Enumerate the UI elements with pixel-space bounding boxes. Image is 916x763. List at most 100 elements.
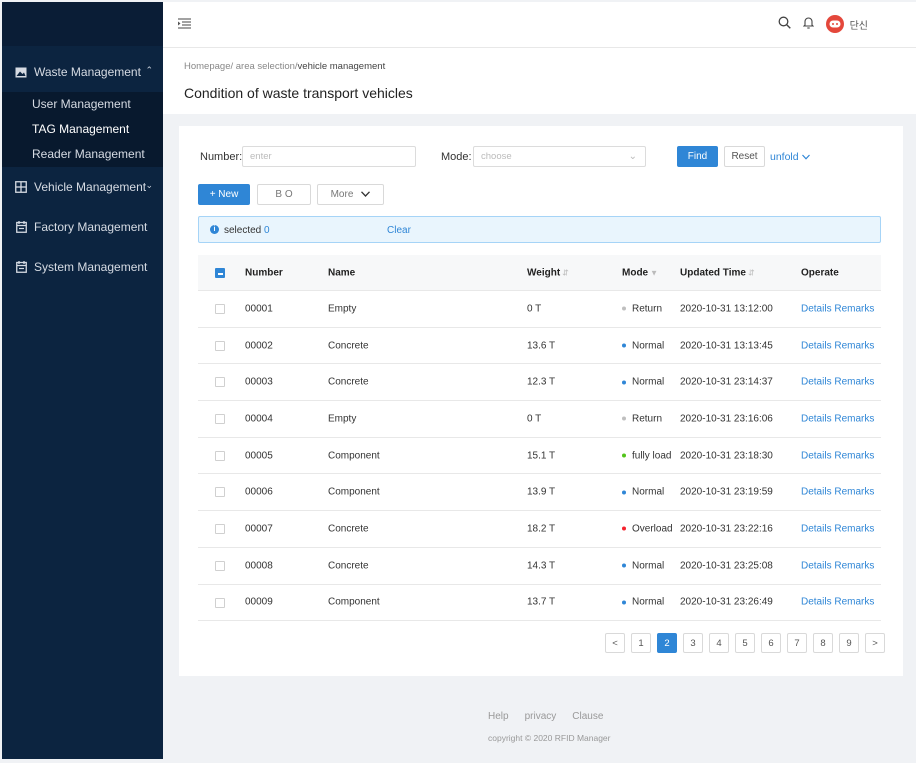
more-dropdown[interactable]: More (317, 184, 384, 205)
page-button[interactable]: 7 (787, 633, 807, 653)
row-checkbox[interactable] (215, 414, 225, 425)
sidebar-group-system-management[interactable]: System Management (2, 247, 163, 287)
selected-label: selected (224, 225, 262, 236)
row-checkbox[interactable] (215, 560, 225, 571)
cell-mode: Normal (622, 377, 664, 388)
pagination: <1 2 3 4 5 6 7 8 9 > (605, 633, 885, 653)
row-checkbox[interactable] (215, 450, 225, 461)
header-updated-cell[interactable]: Updated Time ⇵ (680, 267, 755, 278)
cell-mode: Overload (622, 523, 673, 534)
sidebar-group-label: Vehicle Management (34, 180, 147, 194)
table-row: 00005 Component 15.1 T fully load 2020-10-31… (198, 438, 881, 475)
mode-select[interactable]: choose ⌄ (473, 146, 646, 167)
cell-number: 00008 (245, 560, 273, 572)
avatar[interactable] (825, 15, 844, 33)
page-button[interactable]: 4 (709, 633, 729, 653)
header-weight-cell[interactable]: Weight ⇵ (527, 267, 569, 278)
menu-fold-icon[interactable] (178, 18, 191, 32)
details-link[interactable]: Details (801, 523, 832, 534)
details-link[interactable]: Details (801, 413, 832, 424)
details-link[interactable]: Details (801, 340, 832, 351)
row-checkbox[interactable] (215, 524, 225, 535)
page-button[interactable]: 2 (657, 633, 677, 653)
page-button[interactable]: 5 (735, 633, 755, 653)
vehicles-table: Number Name Weight ⇵ Mode ▼ Updated Time ⇵ … (198, 255, 881, 622)
sidebar-item-user-management[interactable]: User Management (2, 92, 163, 117)
row-checkbox[interactable] (215, 597, 225, 608)
details-link[interactable]: Details (801, 303, 832, 314)
status-dot (622, 453, 626, 458)
table-body: 00001 Empty 0 T Return 2020-10-31 13:12:00 De… (198, 291, 881, 622)
remarks-link[interactable]: Remarks (834, 377, 874, 388)
details-link[interactable]: Details (801, 450, 832, 461)
footer-clause-link[interactable]: Clause (572, 711, 603, 722)
cell-number: 00009 (245, 596, 273, 608)
remarks-link[interactable]: Remarks (834, 523, 874, 534)
cell-weight: 13.7 T (527, 596, 556, 608)
bo-button[interactable]: B O (257, 184, 311, 205)
prev-page-button[interactable]: < (605, 633, 625, 653)
row-checkbox[interactable] (215, 487, 225, 498)
page-button[interactable]: 3 (683, 633, 703, 653)
table-row: 00006 Component 13.9 T Normal 2020-10-31 23:… (198, 474, 881, 512)
remarks-link[interactable]: Remarks (834, 560, 874, 571)
reset-button[interactable]: Reset (724, 146, 765, 167)
remarks-link[interactable]: Remarks (834, 597, 874, 608)
new-button[interactable]: + New (198, 184, 250, 205)
search-icon[interactable] (778, 16, 791, 32)
cell-operate: Details Remarks (801, 487, 874, 498)
find-button[interactable]: Find (677, 146, 718, 167)
selection-alert: i selected 0 Clear (198, 216, 881, 243)
sort-icon: ⇵ (747, 268, 755, 277)
footer-help-link[interactable]: Help (488, 711, 509, 722)
sidebar-group-label: Factory Management (34, 220, 148, 234)
cell-weight: 14.3 T (527, 560, 556, 572)
cell-operate: Details Remarks (801, 340, 874, 351)
remarks-link[interactable]: Remarks (834, 340, 874, 351)
footer-privacy-link[interactable]: privacy (525, 711, 557, 722)
details-link[interactable]: Details (801, 377, 832, 388)
username[interactable]: 단신 (850, 17, 868, 32)
cell-weight: 12.3 T (527, 376, 556, 388)
cell-operate: Details Remarks (801, 560, 874, 571)
remarks-link[interactable]: Remarks (834, 487, 874, 498)
cell-weight: 0 T (527, 413, 542, 425)
details-link[interactable]: Details (801, 487, 832, 498)
next-page-button[interactable]: > (865, 633, 885, 653)
cell-updated: 2020-10-31 23:22:16 (680, 523, 773, 535)
page-button[interactable]: 8 (813, 633, 833, 653)
cell-operate: Details Remarks (801, 413, 874, 424)
cell-operate: Details Remarks (801, 450, 874, 461)
details-link[interactable]: Details (801, 597, 832, 608)
row-checkbox[interactable] (215, 340, 225, 351)
header-mode-cell[interactable]: Mode ▼ (622, 267, 658, 278)
page-button[interactable]: 6 (761, 633, 781, 653)
cell-number: 00004 (245, 413, 273, 425)
bell-icon[interactable] (802, 16, 814, 32)
page-button[interactable]: 1 (631, 633, 651, 653)
cell-name: Concrete (328, 376, 369, 388)
sidebar-group-factory-management[interactable]: Factory Management (2, 207, 163, 247)
table-row: 00004 Empty 0 T Return 2020-10-31 23:16:06 De… (198, 401, 881, 438)
sidebar-item-tag-management[interactable]: TAG Management (2, 117, 163, 142)
details-link[interactable]: Details (801, 560, 832, 571)
select-all-checkbox[interactable] (215, 268, 225, 278)
sidebar-group-label: System Management (34, 260, 148, 274)
breadcrumb-path[interactable]: Homepage/ area selection/ (184, 61, 298, 72)
page-button[interactable]: 9 (839, 633, 859, 653)
page-title: Condition of waste transport vehicles (184, 85, 413, 101)
number-input[interactable]: enter (242, 146, 416, 167)
sidebar-group-vehicle-management[interactable]: Vehicle Management ⌄ (2, 167, 163, 207)
header-operate: Operate (801, 267, 839, 278)
remarks-link[interactable]: Remarks (834, 303, 874, 314)
remarks-link[interactable]: Remarks (834, 450, 874, 461)
sidebar-item-reader-management[interactable]: Reader Management (2, 142, 163, 167)
unfold-link[interactable]: unfold (770, 151, 810, 163)
status-dot (622, 490, 626, 495)
sidebar-group-waste-management[interactable]: Waste Management ⌃ (2, 52, 163, 92)
row-checkbox[interactable] (215, 304, 225, 314)
remarks-link[interactable]: Remarks (834, 413, 874, 424)
row-checkbox[interactable] (215, 377, 225, 388)
clear-selection-link[interactable]: Clear (387, 225, 411, 236)
cell-mode: Normal (622, 560, 664, 571)
